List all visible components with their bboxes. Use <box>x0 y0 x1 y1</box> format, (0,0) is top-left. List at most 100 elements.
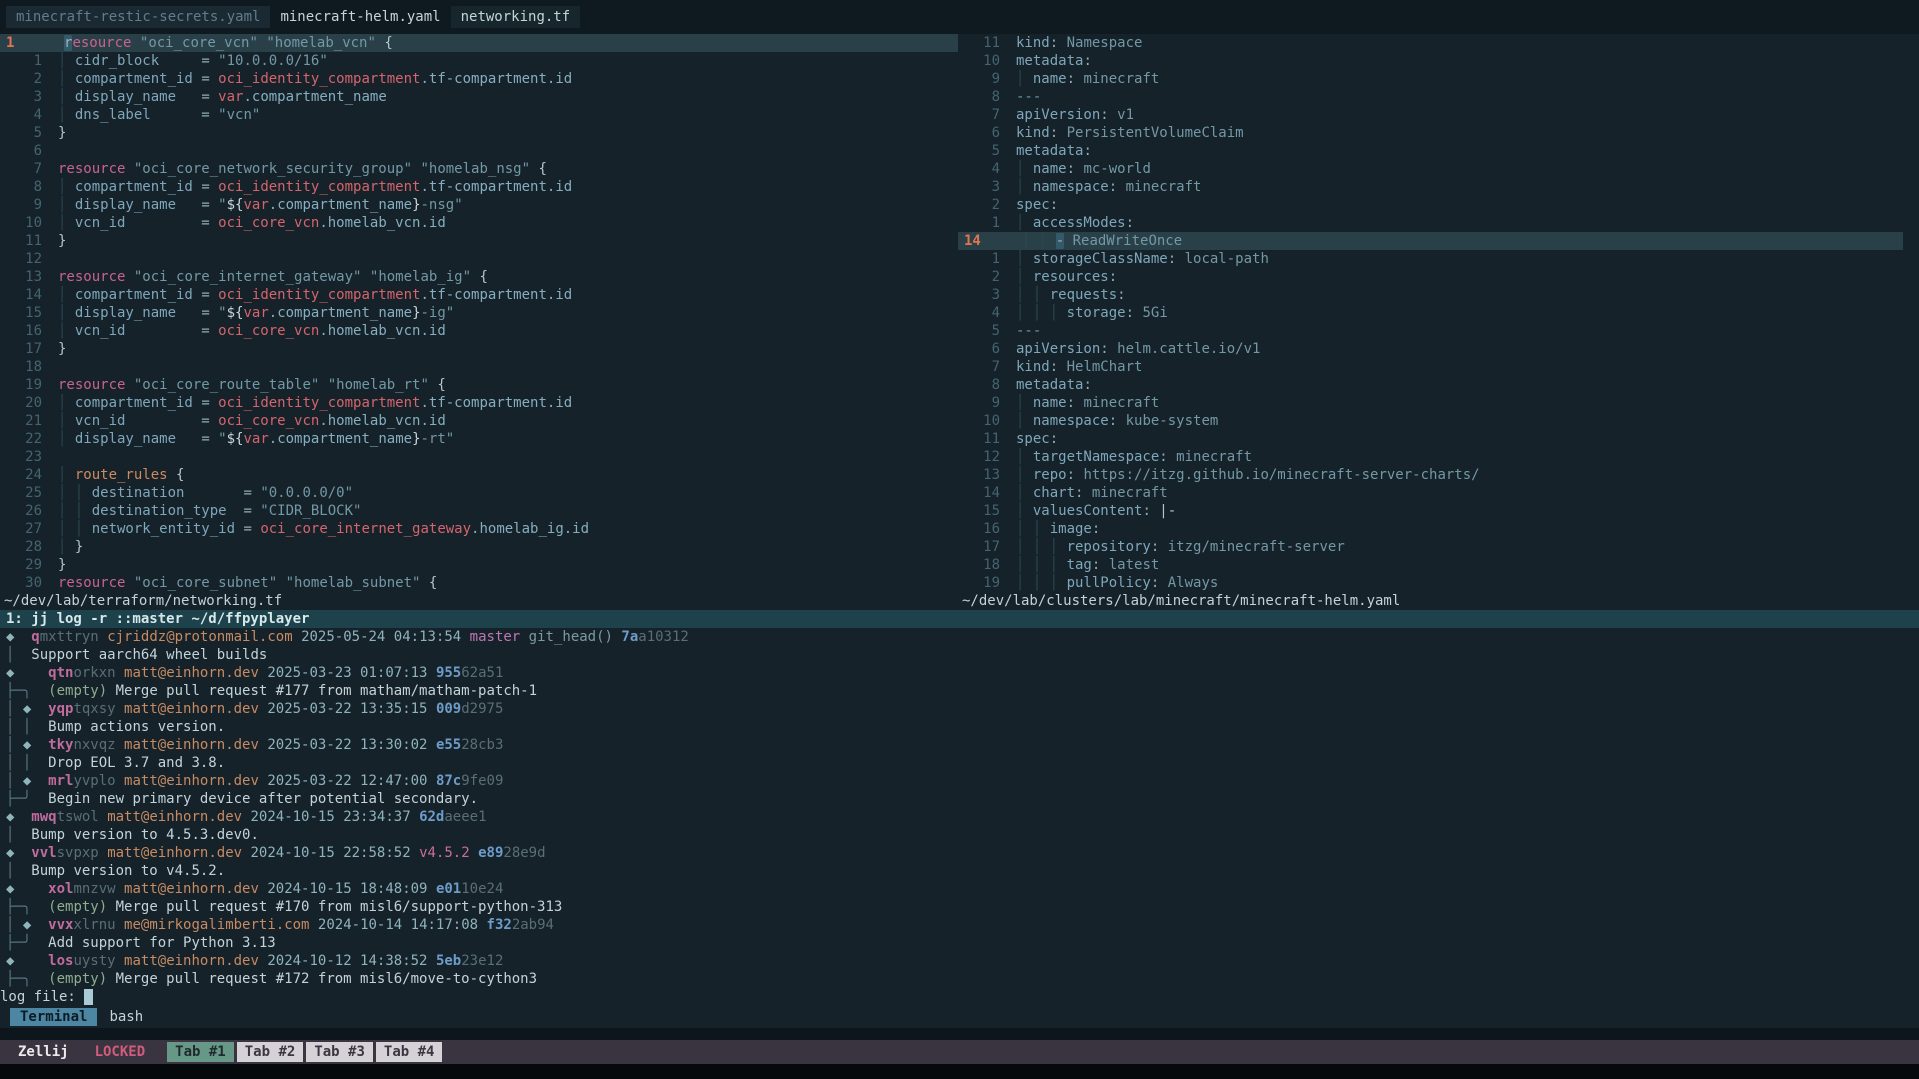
code-line[interactable]: 5metadata: <box>958 142 1903 160</box>
text-segment: -ig" <box>421 305 455 321</box>
text-segment: metadata <box>1016 377 1083 393</box>
terminal-title-bar: 1: jj log -r ::master ~/d/ffpyplayer <box>0 610 1919 628</box>
buffer-tab-minecraft-restic-secrets.yaml[interactable]: minecraft-restic-secrets.yaml <box>6 6 270 28</box>
code-line[interactable]: 2spec: <box>958 196 1903 214</box>
code-line[interactable]: 12 <box>0 250 958 268</box>
code-line[interactable]: 16│ vcn_id = oci_core_vcn.homelab_vcn.id <box>0 322 958 340</box>
code-line[interactable]: 5--- <box>958 322 1903 340</box>
text-segment: d2975 <box>461 701 503 717</box>
code-line[interactable]: 7kind: HelmChart <box>958 358 1903 376</box>
text-segment: cidr_block <box>75 53 159 69</box>
line-number: 19 <box>958 574 1000 592</box>
editor-pane-minecraft-helm-yaml[interactable]: 11kind: Namespace10metadata:9│ name: min… <box>958 34 1919 610</box>
code-line[interactable]: 24│ route_rules { <box>0 466 958 484</box>
buffer-tab-networking.tf[interactable]: networking.tf <box>451 6 581 28</box>
code-line[interactable]: 11kind: Namespace <box>958 34 1903 52</box>
code-line[interactable]: 3│ display_name = var.compartment_name <box>0 88 958 106</box>
text-segment <box>31 701 48 717</box>
code-line[interactable]: 11spec: <box>958 430 1903 448</box>
text-segment <box>31 971 48 987</box>
text-segment: qtn <box>48 665 73 681</box>
text-segment: 23e12 <box>461 953 503 969</box>
text-segment <box>14 809 31 825</box>
log-file-prompt[interactable]: log file: <box>0 988 1919 1006</box>
code-line[interactable]: 3│ │ requests: <box>958 286 1903 304</box>
code-line[interactable]: 3│ namespace: minecraft <box>958 178 1903 196</box>
text-segment <box>411 809 419 825</box>
editor-pane-networking-tf[interactable]: 1resource "oci_core_vcn" "homelab_vcn" {… <box>0 34 958 610</box>
code-line[interactable]: 30resource "oci_core_subnet" "homelab_su… <box>0 574 958 592</box>
code-line[interactable]: 25│ │ destination = "0.0.0.0/0" <box>0 484 958 502</box>
log-line: ├─╯ Begin new primary device after poten… <box>0 790 1919 808</box>
code-line[interactable]: 27│ │ network_entity_id = oci_core_inter… <box>0 520 958 538</box>
code-line[interactable]: 1resource "oci_core_vcn" "homelab_vcn" { <box>0 34 958 52</box>
code-line[interactable]: 28│ } <box>0 538 958 556</box>
code-line[interactable]: 22│ display_name = "${var.compartment_na… <box>0 430 958 448</box>
code-line[interactable]: 17│ │ │ repository: itzg/minecraft-serve… <box>958 538 1903 556</box>
terminal-pane[interactable]: 1: jj log -r ::master ~/d/ffpyplayer ◆ q… <box>0 610 1919 1006</box>
line-text: } <box>58 556 66 574</box>
code-line[interactable]: 14│ compartment_id = oci_identity_compar… <box>0 286 958 304</box>
text-segment <box>131 35 139 51</box>
code-line[interactable]: 14│ │ - ReadWriteOnce <box>958 232 1903 250</box>
line-number: 21 <box>0 412 42 430</box>
code-line[interactable]: 23 <box>0 448 958 466</box>
buffer-tab-minecraft-helm.yaml[interactable]: minecraft-helm.yaml <box>270 6 450 28</box>
code-line[interactable]: 10metadata: <box>958 52 1903 70</box>
text-segment: namespace <box>1033 179 1109 195</box>
line-number: 2 <box>958 268 1000 286</box>
code-line[interactable]: 1│ accessModes: <box>958 214 1903 232</box>
code-line[interactable]: 10│ namespace: kube-system <box>958 412 1903 430</box>
code-line[interactable]: 8--- <box>958 88 1903 106</box>
zellij-tab-tab-1[interactable]: Tab #1 <box>167 1042 234 1062</box>
code-line[interactable]: 18│ │ │ tag: latest <box>958 556 1903 574</box>
code-line[interactable]: 4│ dns_label = "vcn" <box>0 106 958 124</box>
code-line[interactable]: 10│ vcn_id = oci_core_vcn.homelab_vcn.id <box>0 214 958 232</box>
code-line[interactable]: 9│ name: minecraft <box>958 394 1903 412</box>
code-line[interactable]: 13│ repo: https://itzg.github.io/minecra… <box>958 466 1903 484</box>
code-line[interactable]: 15│ display_name = "${var.compartment_na… <box>0 304 958 322</box>
pane-tab-terminal[interactable]: Terminal <box>10 1008 97 1026</box>
text-segment: apiVersion <box>1016 107 1100 123</box>
code-line[interactable]: 5} <box>0 124 958 142</box>
code-line[interactable]: 19│ │ │ pullPolicy: Always <box>958 574 1903 592</box>
code-line[interactable]: 8│ compartment_id = oci_identity_compart… <box>0 178 958 196</box>
text-segment: : <box>1109 413 1117 429</box>
code-line[interactable]: 4│ name: mc-world <box>958 160 1903 178</box>
code-line[interactable]: 16│ │ image: <box>958 520 1903 538</box>
code-line[interactable]: 8metadata: <box>958 376 1903 394</box>
code-line[interactable]: 6 <box>0 142 958 160</box>
code-line[interactable]: 2│ compartment_id = oci_identity_compart… <box>0 70 958 88</box>
code-line[interactable]: 14│ chart: minecraft <box>958 484 1903 502</box>
code-line[interactable]: 1│ cidr_block = "10.0.0.0/16" <box>0 52 958 70</box>
code-line[interactable]: 26│ │ destination_type = "CIDR_BLOCK" <box>0 502 958 520</box>
pane-tab-bash[interactable]: bash <box>109 1009 143 1025</box>
code-line[interactable]: 17} <box>0 340 958 358</box>
code-line[interactable]: 13resource "oci_core_internet_gateway" "… <box>0 268 958 286</box>
code-line[interactable]: 20│ compartment_id = oci_identity_compar… <box>0 394 958 412</box>
code-line[interactable]: 12│ targetNamespace: minecraft <box>958 448 1903 466</box>
text-segment: .homelab_vcn.id <box>319 413 445 429</box>
code-line[interactable]: 6kind: PersistentVolumeClaim <box>958 124 1903 142</box>
zellij-tab-tab-2[interactable]: Tab #2 <box>237 1042 304 1062</box>
code-line[interactable]: 29} <box>0 556 958 574</box>
code-line[interactable]: 15│ valuesContent: |- <box>958 502 1903 520</box>
text-segment: me@mirkogalimberti.com <box>124 917 309 933</box>
code-line[interactable]: 7apiVersion: v1 <box>958 106 1903 124</box>
zellij-tab-tab-4[interactable]: Tab #4 <box>376 1042 443 1062</box>
zellij-tab-tab-3[interactable]: Tab #3 <box>306 1042 373 1062</box>
code-line[interactable]: 9│ display_name = "${var.compartment_nam… <box>0 196 958 214</box>
code-line[interactable]: 1│ storageClassName: local-path <box>958 250 1903 268</box>
code-line[interactable]: 4│ │ │ storage: 5Gi <box>958 304 1903 322</box>
text-segment: resource <box>58 377 125 393</box>
code-line[interactable]: 2│ resources: <box>958 268 1903 286</box>
code-line[interactable]: 9│ name: minecraft <box>958 70 1903 88</box>
code-line[interactable]: 7resource "oci_core_network_security_gro… <box>0 160 958 178</box>
log-line: ├─╮ (empty) Merge pull request #170 from… <box>0 898 1919 916</box>
code-line[interactable]: 11} <box>0 232 958 250</box>
code-line[interactable]: 18 <box>0 358 958 376</box>
text-segment <box>125 215 201 231</box>
code-line[interactable]: 19resource "oci_core_route_table" "homel… <box>0 376 958 394</box>
code-line[interactable]: 6apiVersion: helm.cattle.io/v1 <box>958 340 1903 358</box>
code-line[interactable]: 21│ vcn_id = oci_core_vcn.homelab_vcn.id <box>0 412 958 430</box>
